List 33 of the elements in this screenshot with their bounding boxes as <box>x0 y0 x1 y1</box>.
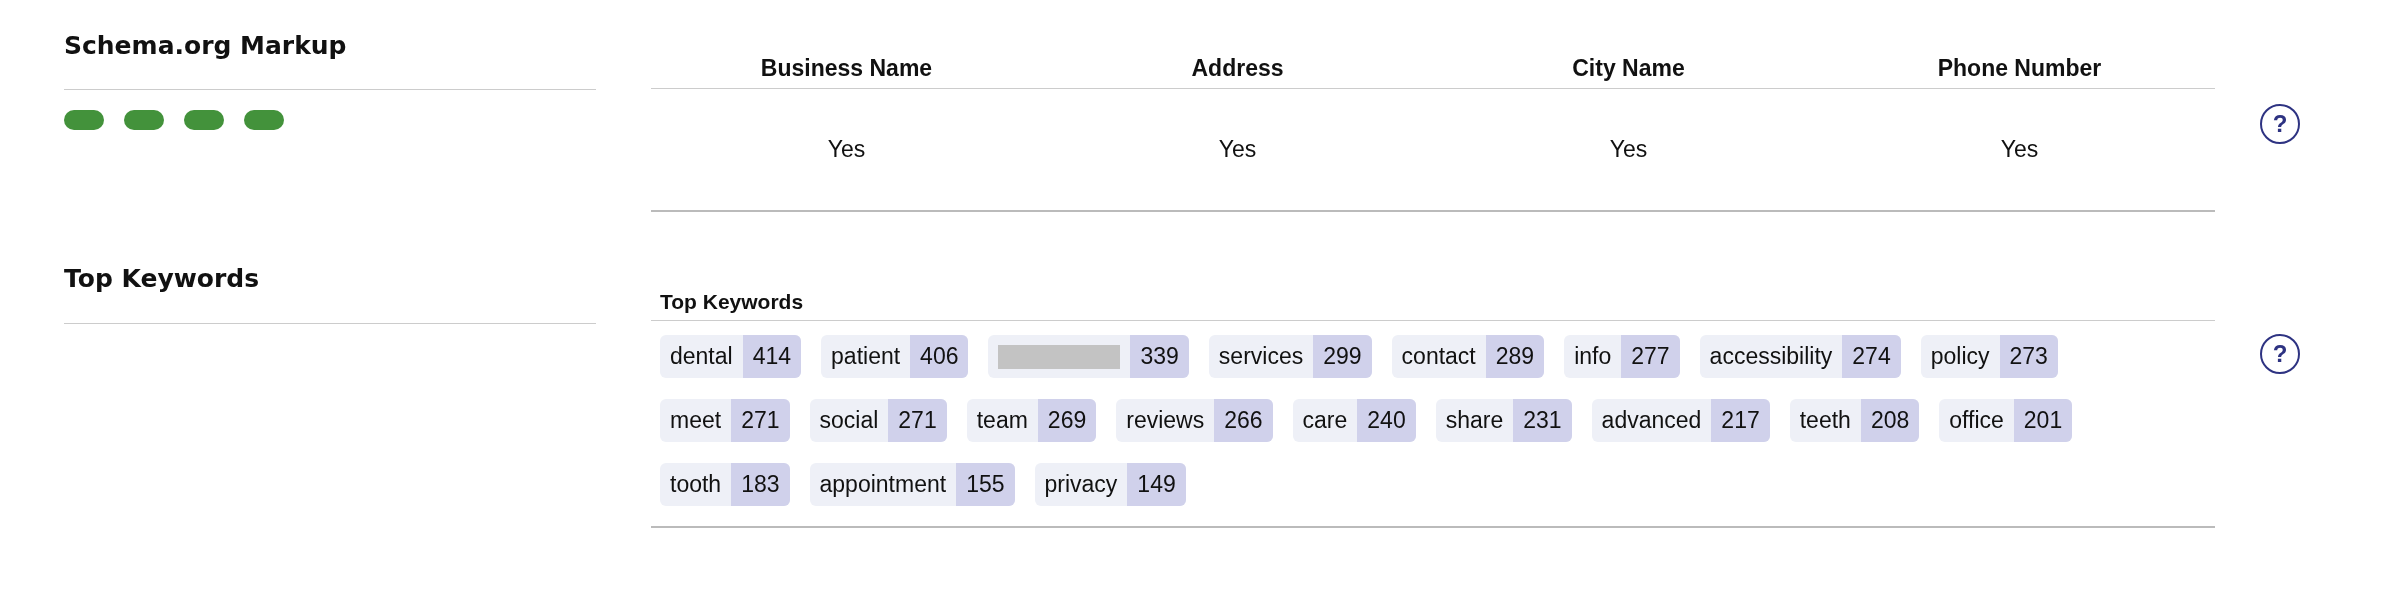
help-icon[interactable]: ? <box>2260 104 2300 144</box>
keyword-tag: social 271 <box>809 399 947 442</box>
keyword-tag: tooth 183 <box>660 463 790 506</box>
keyword-tag: share 231 <box>1435 399 1572 442</box>
keyword-tag: policy 273 <box>1920 335 2058 378</box>
keyword-tag: privacy 149 <box>1034 463 1186 506</box>
keyword-tag: contact 289 <box>1391 335 1545 378</box>
keywords-label: Top Keywords <box>651 288 2215 321</box>
column-header: Business Name <box>759 54 934 82</box>
keyword-tag: dental 414 <box>660 335 802 378</box>
keyword-tag: patient 406 <box>821 335 969 378</box>
help-icon[interactable]: ? <box>2260 334 2300 374</box>
keyword-tag: 339 <box>988 335 1189 378</box>
section-title: Schema.org Markup <box>64 30 596 90</box>
column-header: Phone Number <box>1936 54 2103 82</box>
column-header: Address <box>1190 54 1285 82</box>
keyword-tag: care 240 <box>1292 399 1416 442</box>
keyword-tag: advanced 217 <box>1591 399 1770 442</box>
keyword-tag: services 299 <box>1208 335 1372 378</box>
keyword-tag: appointment 155 <box>809 463 1015 506</box>
keyword-tag: team 269 <box>966 399 1097 442</box>
table-cell-text: Yes <box>1608 136 1649 163</box>
table-cell-text: Yes <box>1217 136 1258 163</box>
keyword-tag: reviews 266 <box>1116 399 1273 442</box>
keyword-tag: info 277 <box>1564 335 1680 378</box>
keyword-tag: office 201 <box>1939 399 2073 442</box>
column-header: City Name <box>1571 54 1686 82</box>
keyword-tag: accessibility 274 <box>1699 335 1901 378</box>
table-cell-text: Yes <box>826 136 867 163</box>
section-title: Top Keywords <box>64 263 596 324</box>
keyword-tag: meet 271 <box>660 399 790 442</box>
keyword-tag: teeth 208 <box>1789 399 1920 442</box>
table-cell-text: Yes <box>1999 136 2040 163</box>
